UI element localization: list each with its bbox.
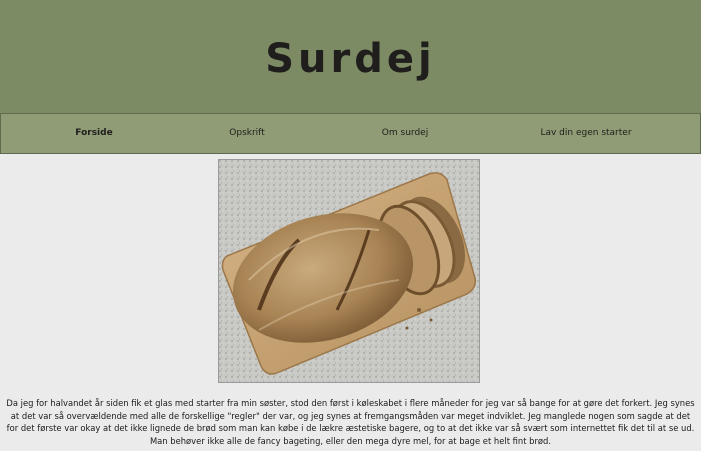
- nav-item-lav-din-egen-starter[interactable]: Lav din egen starter: [533, 114, 639, 153]
- main-nav: Forside Opskrift Om surdej Lav din egen …: [0, 113, 701, 154]
- nav-item-om-surdej[interactable]: Om surdej: [371, 114, 439, 153]
- nav-item-opskrift[interactable]: Opskrift: [219, 114, 275, 153]
- bread-photo: [218, 159, 480, 383]
- bread-photo-illustration: [219, 160, 479, 382]
- site-title: Surdej: [265, 35, 436, 82]
- intro-paragraph: Da jeg for halvandet år siden fik et gla…: [6, 398, 695, 446]
- site-header: Surdej: [0, 0, 701, 113]
- nav-item-forside[interactable]: Forside: [63, 114, 125, 153]
